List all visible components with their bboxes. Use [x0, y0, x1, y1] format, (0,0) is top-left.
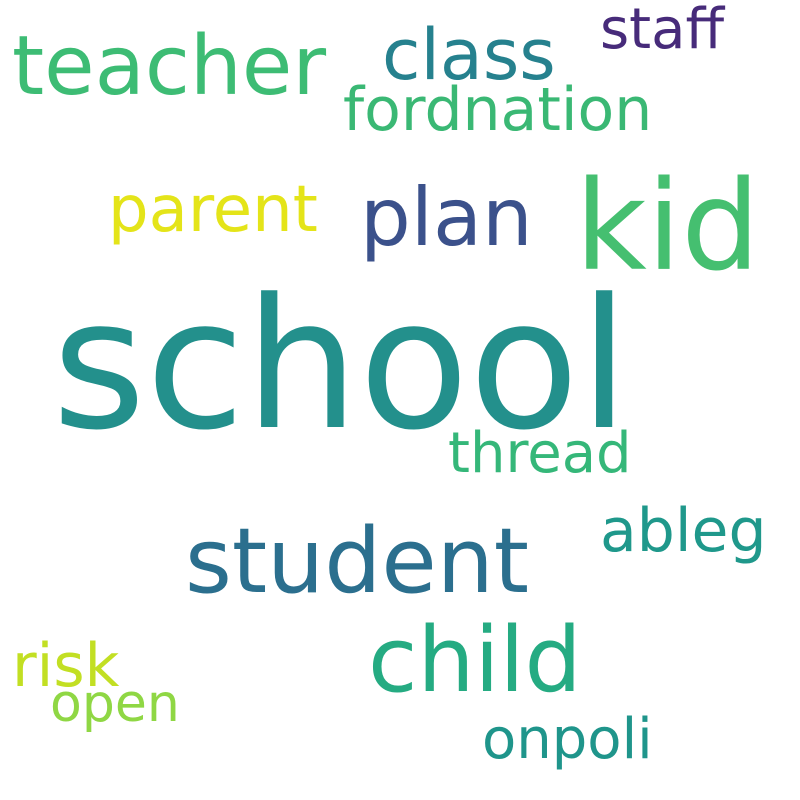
word-open: open [50, 674, 180, 734]
word-cloud: school kid teacher student child plan cl… [0, 0, 800, 800]
word-plan: plan [360, 171, 533, 264]
word-thread: thread [448, 421, 632, 486]
word-onpoli: onpoli [482, 707, 653, 772]
word-kid: kid [575, 155, 760, 299]
word-student: student [185, 509, 530, 614]
word-child: child [368, 608, 582, 713]
word-teacher: teacher [12, 19, 327, 114]
word-ableg: ableg [600, 496, 767, 566]
word-fordnation: fordnation [343, 75, 653, 145]
word-parent: parent [108, 173, 318, 247]
word-staff: staff [600, 0, 725, 62]
